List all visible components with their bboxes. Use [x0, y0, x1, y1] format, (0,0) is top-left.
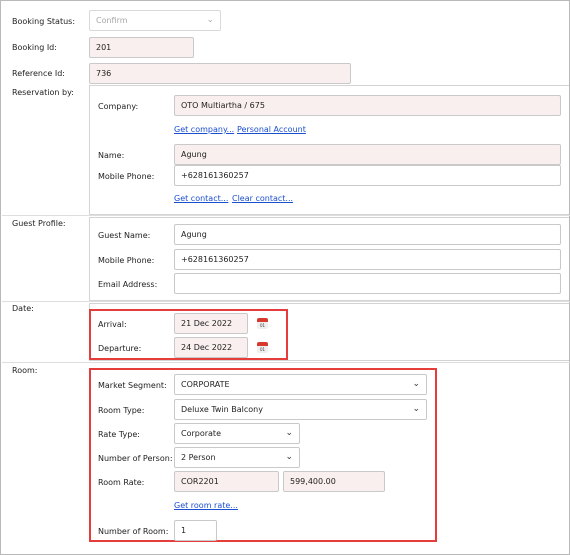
room-label: Room: [12, 366, 38, 375]
chevron-down-icon: ⌄ [412, 379, 420, 389]
chevron-down-icon: ⌄ [206, 15, 214, 25]
guest-profile-label: Guest Profile: [12, 219, 66, 228]
get-contact-link[interactable]: Get contact... [174, 194, 228, 203]
booking-status-value: Confirm [96, 16, 128, 25]
company-field[interactable]: OTO Multiartha / 675 [174, 95, 561, 116]
rate-type-value: Corporate [181, 429, 221, 438]
guest-name-label: Guest Name: [98, 231, 151, 240]
room-type-select[interactable]: Deluxe Twin Balcony ⌄ [174, 399, 427, 420]
reference-id-label: Reference Id: [12, 69, 65, 78]
clear-contact-link[interactable]: Clear contact... [232, 194, 293, 203]
departure-field[interactable]: 24 Dec 2022 [174, 337, 248, 358]
booking-id-label: Booking Id: [12, 43, 57, 52]
arrival-field[interactable]: 21 Dec 2022 [174, 313, 248, 334]
get-room-rate-link[interactable]: Get room rate... [174, 501, 238, 510]
market-segment-select[interactable]: CORPORATE ⌄ [174, 374, 427, 395]
divider [2, 362, 570, 363]
room-rate-code-field[interactable]: COR2201 [174, 471, 279, 492]
mobile-phone-field[interactable]: +628161360257 [174, 165, 561, 186]
guest-mobile-phone-field[interactable]: +628161360257 [174, 249, 561, 270]
personal-account-link[interactable]: Personal Account [237, 125, 306, 134]
market-segment-label: Market Segment: [98, 381, 167, 390]
email-address-field[interactable] [174, 273, 561, 294]
chevron-down-icon: ⌄ [285, 452, 293, 462]
booking-id-field[interactable]: 201 [89, 37, 194, 58]
mobile-phone-label: Mobile Phone: [98, 172, 155, 181]
number-of-room-label: Number of Room: [98, 527, 169, 536]
calendar-icon[interactable]: 01 [257, 318, 268, 329]
number-of-room-field[interactable]: 1 [174, 520, 217, 541]
divider [2, 215, 570, 216]
departure-label: Departure: [98, 344, 142, 353]
reference-id-field[interactable]: 736 [89, 63, 351, 84]
name-label: Name: [98, 151, 125, 160]
date-label: Date: [12, 304, 34, 313]
number-of-person-select[interactable]: 2 Person ⌄ [174, 447, 300, 468]
divider [2, 301, 570, 302]
name-field[interactable]: Agung [174, 144, 561, 165]
booking-form: Booking Status: Confirm ⌄ Booking Id: 20… [0, 0, 570, 555]
email-address-label: Email Address: [98, 280, 158, 289]
booking-status-label: Booking Status: [12, 17, 76, 26]
company-label: Company: [98, 102, 139, 111]
room-rate-label: Room Rate: [98, 478, 145, 487]
number-of-person-value: 2 Person [181, 453, 216, 462]
room-type-value: Deluxe Twin Balcony [181, 405, 263, 414]
booking-status-select[interactable]: Confirm ⌄ [89, 10, 221, 31]
chevron-down-icon: ⌄ [285, 428, 293, 438]
arrival-label: Arrival: [98, 320, 127, 329]
chevron-down-icon: ⌄ [412, 404, 420, 414]
calendar-icon[interactable]: 01 [257, 342, 268, 353]
market-segment-value: CORPORATE [181, 380, 230, 389]
rate-type-select[interactable]: Corporate ⌄ [174, 423, 300, 444]
number-of-person-label: Number of Person: [98, 454, 173, 463]
reservation-by-label: Reservation by: [12, 88, 74, 97]
guest-mobile-phone-label: Mobile Phone: [98, 256, 155, 265]
guest-name-field[interactable]: Agung [174, 224, 561, 245]
room-type-label: Room Type: [98, 406, 145, 415]
room-rate-amount-field[interactable]: 599,400.00 [283, 471, 385, 492]
get-company-link[interactable]: Get company... [174, 125, 234, 134]
rate-type-label: Rate Type: [98, 430, 140, 439]
